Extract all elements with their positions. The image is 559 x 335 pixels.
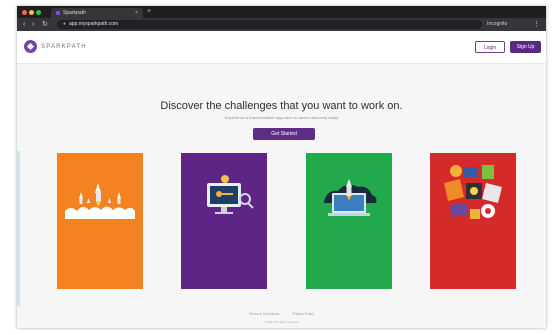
close-window-icon[interactable] [22,10,27,15]
hero-subtitle: Experience a transformative approach to … [224,115,339,120]
left-edge-decoration [17,151,20,306]
footer-links: Terms & Conditions Privacy Policy [17,312,546,317]
hero-title: Discover the challenges that you want to… [160,100,403,112]
new-tab-button[interactable]: + [147,7,151,17]
rocket-launch-icon [65,183,135,219]
sparkpath-logo-icon[interactable] [24,40,37,53]
back-arrow-icon[interactable]: ‹ [23,20,25,29]
site-header: SPARKPATH Login Sign Up [17,31,546,64]
favicon-icon [56,11,60,15]
tab-close-icon[interactable]: × [135,8,138,18]
browser-window: Sparkpath × + ‹ › ↻ ● app.mysparkpath.com… [17,6,546,328]
challenge-card-purple[interactable] [181,153,267,289]
footer-link-privacy[interactable]: Privacy Policy [292,312,314,316]
forward-arrow-icon[interactable]: › [32,20,34,29]
get-started-button[interactable]: Get Started [253,128,315,140]
login-button[interactable]: Login [475,41,505,53]
laptop-rocket-icon [324,179,377,216]
incognito-indicator[interactable]: Incognito [487,20,507,29]
footer-link-terms[interactable]: Terms & Conditions [249,312,279,316]
copyright: © 2017 All rights reserved [264,320,299,324]
lock-icon: ● [63,21,67,27]
reload-icon[interactable]: ↻ [42,20,48,29]
maximize-window-icon[interactable] [36,10,41,15]
monitor-magnifier-icon [207,175,254,214]
minimize-window-icon[interactable] [29,10,34,15]
tab-title: Sparkpath [63,10,86,16]
browser-tab[interactable]: Sparkpath × [51,8,143,18]
challenge-card-red[interactable] [430,153,516,289]
creative-tools-icon [444,165,502,219]
signup-button[interactable]: Sign Up [510,41,541,53]
address-bar[interactable]: ● app.mysparkpath.com [57,20,482,29]
challenge-card-orange[interactable] [57,153,143,289]
brand-name[interactable]: SPARKPATH [41,43,87,51]
url-text: app.mysparkpath.com [69,21,119,27]
page: SPARKPATH Login Sign Up Discover the cha… [17,31,546,328]
challenge-card-green[interactable] [306,153,392,289]
browser-menu-icon[interactable]: ⋮ [533,20,540,29]
browser-tab-bar: Sparkpath × + [17,6,546,18]
browser-toolbar: ‹ › ↻ ● app.mysparkpath.com Incognito ⋮ [17,18,546,31]
